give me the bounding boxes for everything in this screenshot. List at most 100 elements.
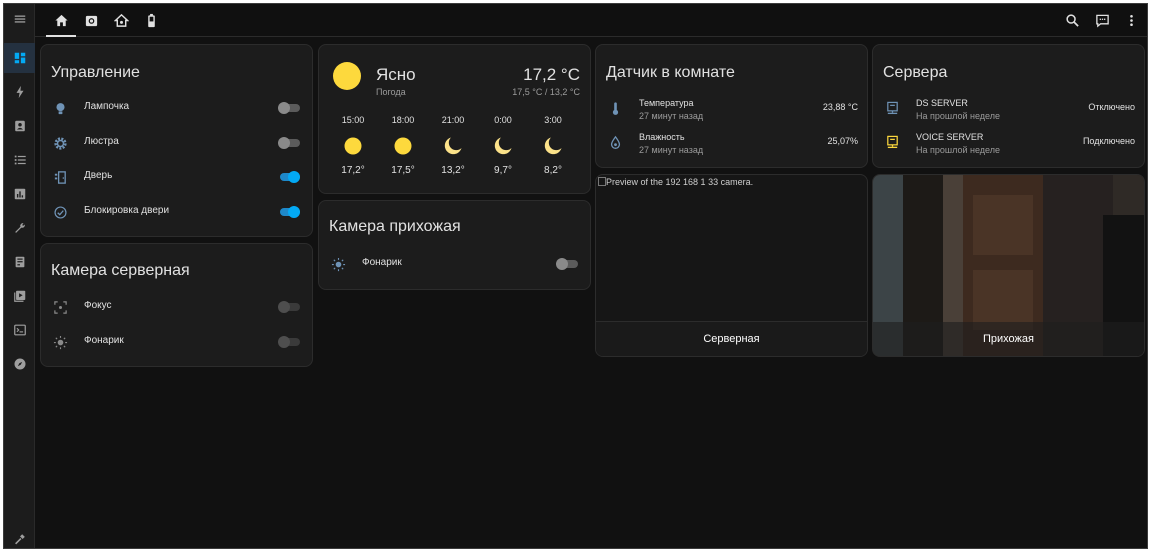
terminal-icon[interactable] [4,315,35,345]
map-icon[interactable] [4,111,35,141]
tab-camera[interactable] [76,4,106,37]
entity-label: Люстра [84,136,119,147]
sensor-value: 25,07% [827,136,858,146]
hall-camera-card: Камера прихожая Фонарик [318,200,591,290]
entity-label: Блокировка двери [84,205,170,216]
assist-button[interactable] [1088,4,1116,37]
servers-card: Сервера DS SERVER На прошлой неделе Откл… [872,44,1145,168]
sensor-label: Температура [639,98,694,108]
forecast-item: 18:00 17,5° [383,115,423,176]
toggle-switch[interactable] [278,301,300,313]
server-updated: На прошлой неделе [916,145,1000,155]
entity-row[interactable]: Фонарик [41,327,312,357]
logbook-icon[interactable] [4,145,35,175]
moon-icon [533,131,573,161]
forecast-item: 21:00 13,2° [433,115,473,176]
server-label: DS SERVER [916,98,968,108]
sun-icon [333,62,361,90]
toggle-switch[interactable] [278,102,300,114]
history-icon[interactable] [4,179,35,209]
media-icon[interactable] [4,281,35,311]
sun-icon [383,131,423,161]
tools-icon[interactable] [4,213,35,243]
forecast-temp: 9,7° [494,165,512,176]
tab-home-automation[interactable] [106,4,136,37]
moon-icon [483,131,523,161]
server-row[interactable]: VOICE SERVER На прошлой неделе Подключен… [873,128,1144,158]
forecast-time: 18:00 [391,115,415,125]
forecast-temp: 8,2° [544,165,562,176]
sensor-label: Влажность [639,132,685,142]
forecast-item: 3:00 8,2° [533,115,573,176]
forecast-item: 15:00 17,2° [333,115,373,176]
entity-row[interactable]: Фонарик [319,249,590,279]
forecast-time: 21:00 [441,115,465,125]
toggle-switch[interactable] [556,258,578,270]
forecast-time: 0:00 [494,115,512,125]
card-title: Управление [51,64,140,81]
server-updated: На прошлой неделе [916,111,1000,121]
card-title: Датчик в комнате [606,64,735,81]
weather-temperature: 17,2 °C [523,65,580,84]
entity-label: Дверь [84,170,113,181]
toggle-switch[interactable] [278,137,300,149]
energy-icon[interactable] [4,77,35,107]
settings-hammer-icon[interactable] [4,524,35,548]
dashboard-frame: Управление Лампочка Люстра Дверь Блокиро… [3,3,1148,549]
broken-image-icon [598,177,606,186]
camera-icon [85,15,97,27]
weather-card[interactable]: Ясно Погода 17,2 °C 17,5 °C / 13,2 °C 15… [318,44,591,194]
server-blue-icon [884,100,900,116]
entity-row[interactable]: Люстра [41,128,312,158]
server-icon[interactable] [4,247,35,277]
sensor-updated: 27 минут назад [639,145,704,155]
forecast-item: 0:00 9,7° [483,115,523,176]
search-icon [1065,14,1079,27]
weather-source: Погода [376,87,406,97]
sun-icon [333,131,373,161]
tab-battery[interactable] [136,4,166,37]
home-automation-icon [113,13,129,27]
sensor-row[interactable]: Влажность 27 минут назад 25,07% [596,128,867,158]
check-circle-icon [52,204,68,220]
entity-row[interactable]: Фокус [41,292,312,322]
compass-icon[interactable] [4,349,35,379]
more-options-button[interactable] [1117,4,1145,37]
toggle-switch[interactable] [278,171,300,183]
entity-row[interactable]: Лампочка [41,93,312,123]
card-title: Камера серверная [51,262,190,279]
toggle-switch[interactable] [278,206,300,218]
sensor-row[interactable]: Температура 27 минут назад 23,88 °C [596,94,867,124]
weather-range: 17,5 °C / 13,2 °C [512,87,580,97]
dashboard-icon[interactable] [4,43,35,73]
moon-icon [433,131,473,161]
menu-icon[interactable] [4,4,35,34]
tab-home[interactable] [46,4,76,37]
entity-label: Фонарик [362,257,402,268]
search-button[interactable] [1058,4,1086,37]
forecast-temp: 13,2° [441,165,465,176]
server-camera-card: Камера серверная Фокус Фонарик [40,243,313,367]
camera-preview-server[interactable]: Preview of the 192 168 1 33 camera. Серв… [595,174,868,357]
entity-label: Фокус [84,300,112,311]
flashlight-icon [52,334,68,350]
flashlight-icon [330,256,346,272]
server-yellow-icon [884,134,900,150]
assist-icon [1095,14,1109,28]
sidebar [4,4,35,548]
top-app-bar [35,4,1147,37]
camera-name: Прихожая [873,322,1144,356]
camera-preview-hall[interactable]: Прихожая [872,174,1145,357]
toggle-switch[interactable] [278,336,300,348]
door-icon [52,169,68,185]
more-vert-icon [1129,14,1133,27]
entity-row[interactable]: Блокировка двери [41,197,312,227]
entity-row[interactable]: Дверь [41,162,312,192]
room-sensor-card: Датчик в комнате Температура 27 минут на… [595,44,868,168]
server-row[interactable]: DS SERVER На прошлой неделе Отключено [873,94,1144,124]
forecast-time: 15:00 [341,115,365,125]
battery-icon [147,13,155,28]
water-icon [607,134,623,150]
sensor-updated: 27 минут назад [639,111,704,121]
bulb-icon [52,100,68,116]
